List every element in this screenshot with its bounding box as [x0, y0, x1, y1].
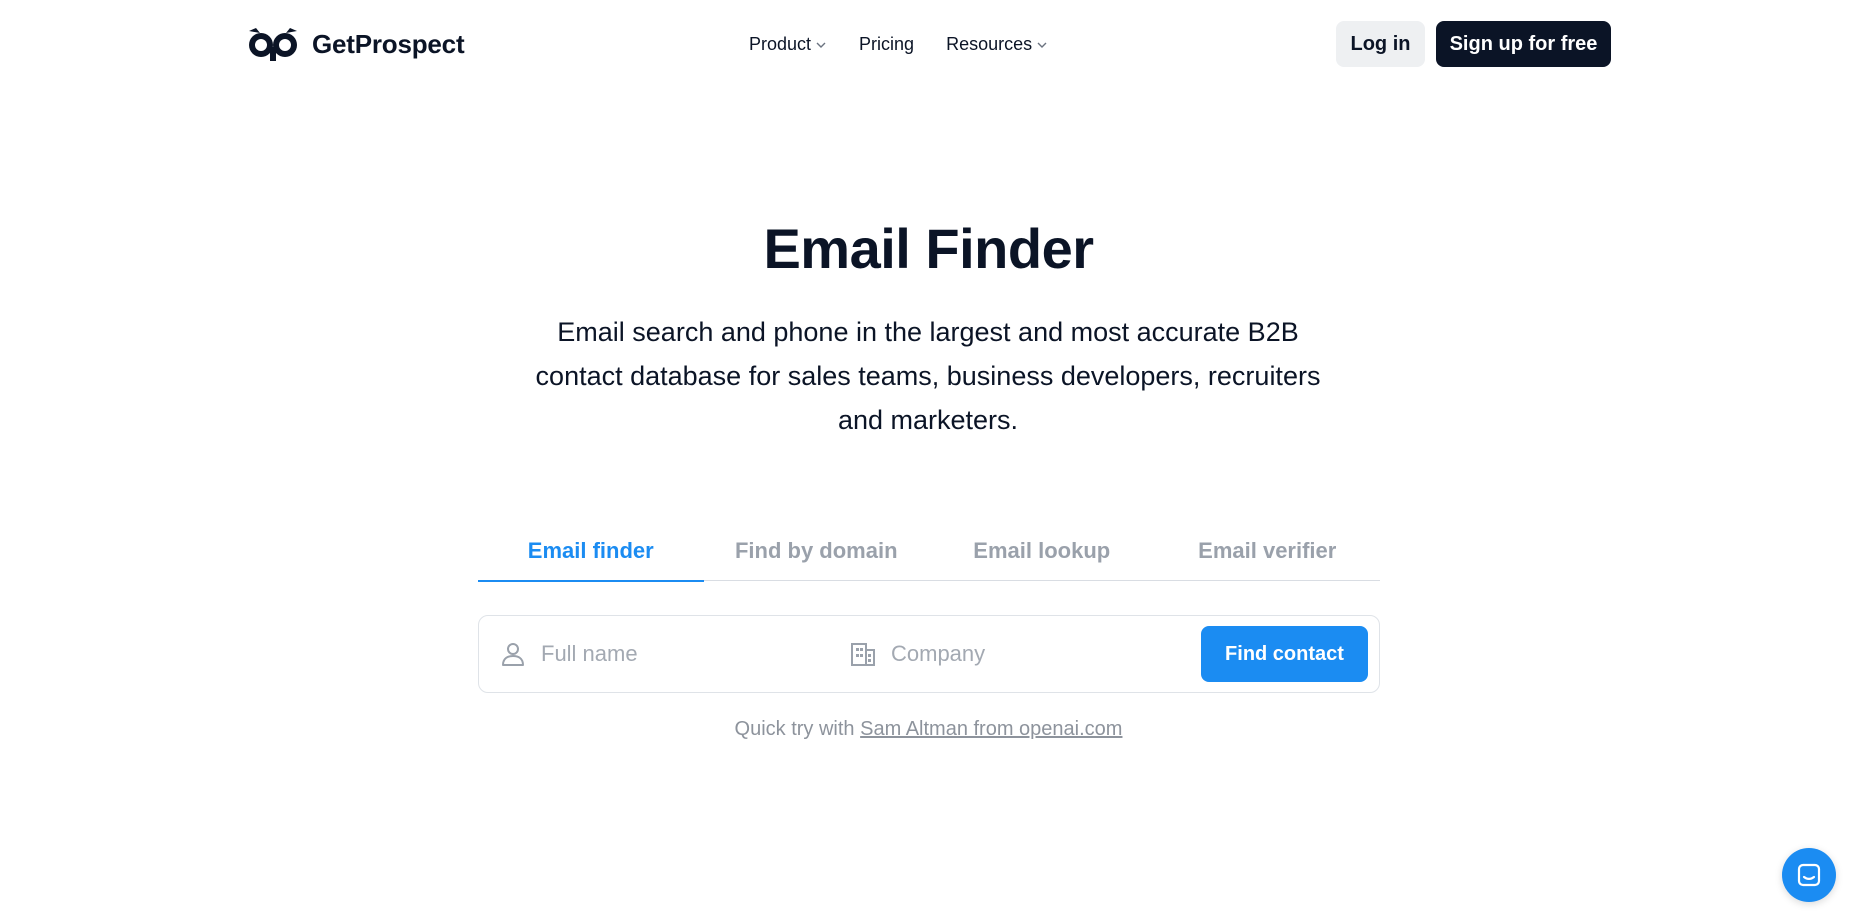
page-subtitle: Email search and phone in the largest an… [535, 317, 1321, 435]
owl-logo-icon [249, 28, 297, 61]
main-nav: Product Pricing Resources [749, 28, 1080, 60]
full-name-input[interactable] [541, 641, 801, 667]
search-form: Find contact [478, 615, 1380, 693]
company-field [849, 616, 1179, 692]
tab-email-finder[interactable]: Email finder [478, 521, 704, 582]
chevron-down-icon [1037, 42, 1047, 48]
nav-item-label: Product [749, 33, 812, 54]
user-icon [502, 643, 524, 666]
company-input[interactable] [891, 641, 1151, 667]
brand-logo[interactable]: GetProspect [246, 22, 465, 66]
quick-try-link[interactable]: Sam Altman from openai.com [860, 718, 1122, 740]
nav-item-pricing[interactable]: Pricing [859, 34, 914, 55]
brand-name: GetProspect [312, 28, 465, 59]
page-title: Email Finder [763, 217, 1094, 280]
signup-button[interactable]: Sign up for free [1436, 21, 1611, 67]
tab-email-lookup[interactable]: Email lookup [929, 521, 1155, 581]
chat-icon [1797, 863, 1821, 887]
nav-item-product[interactable]: Product [749, 34, 827, 55]
find-contact-button[interactable]: Find contact [1201, 626, 1368, 682]
chat-launcher[interactable] [1782, 848, 1836, 902]
nav-item-label: Pricing [859, 33, 915, 54]
quick-try-prefix: Quick try with [734, 718, 855, 740]
tab-find-by-domain[interactable]: Find by domain [704, 521, 930, 581]
chevron-down-icon [816, 42, 826, 48]
site-header: GetProspect Product Pricing Resources Lo… [0, 0, 1857, 88]
quick-try: Quick try with Sam Altman from openai.co… [0, 718, 1857, 741]
login-button[interactable]: Log in [1336, 21, 1425, 67]
nav-item-label: Resources [946, 33, 1033, 54]
page: GetProspect Product Pricing Resources Lo… [0, 0, 1857, 924]
tool-tabs: Email finder Find by domain Email lookup… [478, 521, 1381, 582]
nav-item-resources[interactable]: Resources [946, 34, 1048, 55]
full-name-field [499, 616, 829, 692]
building-icon [851, 643, 875, 666]
tab-email-verifier[interactable]: Email verifier [1155, 521, 1381, 581]
